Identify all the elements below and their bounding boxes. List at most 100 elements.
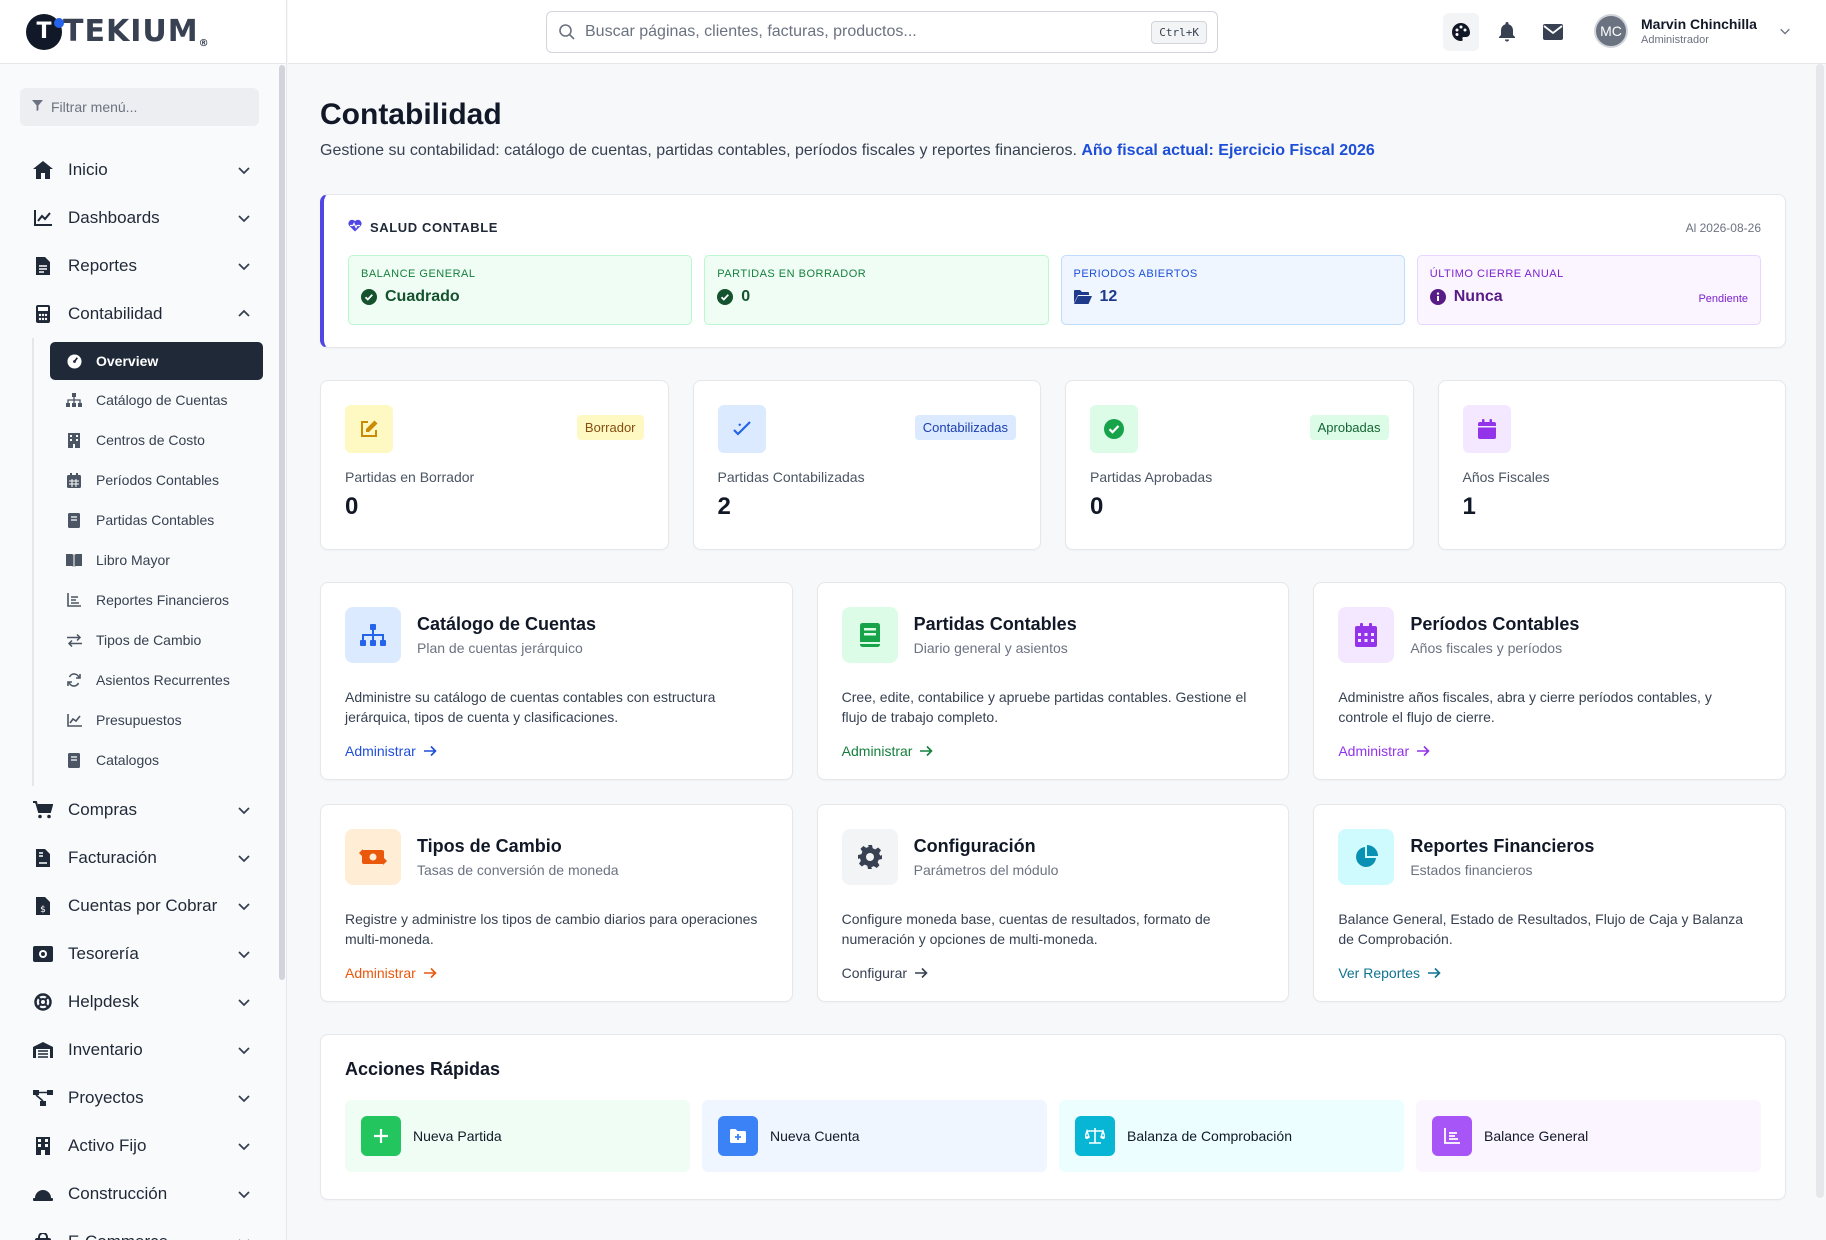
submenu-catalogos[interactable]: Catalogos	[50, 740, 263, 780]
stat-card-approved[interactable]: Aprobadas Partidas Aprobadas 0	[1065, 380, 1414, 550]
sidebar-item-inventario[interactable]: Inventario	[0, 1026, 286, 1074]
health-card-label: ÚLTIMO CIERRE ANUAL	[1429, 268, 1564, 280]
submenu-tipos-cambio[interactable]: Tipos de Cambio	[50, 620, 263, 660]
sitemap-icon	[66, 392, 82, 408]
module-link-partidas[interactable]: Administrar	[842, 743, 1265, 759]
sitemap-icon	[345, 607, 401, 663]
chart-line-icon	[66, 712, 82, 728]
gear-icon	[841, 829, 898, 885]
cart-icon	[32, 799, 54, 821]
module-card-periodos: Períodos Contables Años fiscales y perío…	[1313, 582, 1786, 780]
arrow-right-icon	[920, 745, 934, 757]
sidebar-item-contabilidad[interactable]: Contabilidad	[0, 290, 286, 338]
submenu-reportes-financieros[interactable]: Reportes Financieros	[50, 580, 263, 620]
search-input[interactable]	[585, 23, 1152, 41]
sidebar-item-label: Facturación	[68, 848, 157, 867]
submenu-libro-mayor[interactable]: Libro Mayor	[50, 540, 263, 580]
sidebar-item-construccion[interactable]: Construcción	[0, 1170, 286, 1218]
module-link-catalogo[interactable]: Administrar	[345, 743, 768, 759]
sidebar-item-tesoreria[interactable]: Tesorería	[0, 930, 286, 978]
page-description: Gestione su contabilidad: catálogo de cu…	[320, 142, 1786, 160]
module-link-configuracion[interactable]: Configurar	[842, 965, 1265, 981]
module-description: Cree, edite, contabilice y apruebe parti…	[841, 689, 1247, 725]
module-link-periodos[interactable]: Administrar	[1338, 743, 1761, 759]
main-content: Contabilidad Gestione su contabilidad: c…	[320, 64, 1786, 1200]
brand-logo[interactable]: T TEKIUM®	[0, 0, 286, 64]
quick-action-trial-balance[interactable]: Balanza de Comprobación	[1059, 1100, 1404, 1172]
module-link-tipos-cambio[interactable]: Administrar	[345, 965, 768, 981]
module-card-reportes: Reportes Financieros Estados financieros…	[1313, 804, 1786, 1002]
user-name: Marvin Chinchilla	[1641, 16, 1757, 32]
invoice-icon	[32, 847, 54, 869]
calendar-icon	[1462, 405, 1511, 453]
user-menu[interactable]: MC Marvin Chinchilla Administrador	[1594, 14, 1791, 48]
stat-card-drafts[interactable]: Borrador Partidas en Borrador 0	[320, 380, 669, 550]
sidebar-item-facturacion[interactable]: Facturación	[0, 834, 286, 882]
sidebar-item-inicio[interactable]: Inicio	[0, 146, 286, 194]
submenu-overview[interactable]: Overview	[50, 342, 263, 380]
module-description: Administre su catálogo de cuentas contab…	[345, 689, 716, 725]
book-icon	[66, 512, 82, 528]
health-card-drafts: PARTIDAS EN BORRADOR 0	[704, 255, 1049, 325]
submenu-partidas-contables[interactable]: Partidas Contables	[50, 500, 263, 540]
arrow-right-icon	[1428, 967, 1441, 979]
sidebar-item-label: Contabilidad	[68, 304, 163, 323]
sidebar-item-ecommerce[interactable]: E-Commerce	[0, 1218, 286, 1240]
menu-filter[interactable]: Filtrar menú...	[20, 88, 259, 126]
stat-card-posted[interactable]: Contabilizadas Partidas Contabilizadas 2	[692, 380, 1041, 550]
health-card-value: Cuadrado	[385, 288, 460, 305]
submenu-label: Períodos Contables	[96, 472, 219, 488]
stat-card-fiscal-years[interactable]: Años Fiscales 1	[1437, 380, 1786, 550]
submenu-label: Catálogo de Cuentas	[96, 392, 228, 408]
submenu-presupuestos[interactable]: Presupuestos	[50, 700, 263, 740]
quick-action-new-entry[interactable]: Nueva Partida	[345, 1100, 690, 1172]
module-title: Reportes Financieros	[1410, 836, 1595, 856]
global-search[interactable]: Ctrl+K	[546, 11, 1218, 53]
building-icon	[32, 1135, 54, 1157]
submenu-centros-costo[interactable]: Centros de Costo	[50, 420, 263, 460]
chevron-down-icon	[238, 951, 250, 959]
page-scrollbar[interactable]	[1816, 64, 1824, 1198]
messages-button[interactable]	[1535, 13, 1571, 51]
sidebar-item-activo-fijo[interactable]: Activo Fijo	[0, 1122, 286, 1170]
module-card-partidas: Partidas Contables Diario general y asie…	[816, 582, 1290, 780]
calculator-icon	[32, 303, 54, 325]
chevron-down-icon	[239, 1239, 249, 1240]
quick-action-new-account[interactable]: Nueva Cuenta	[702, 1100, 1047, 1172]
module-link-reportes[interactable]: Ver Reportes	[1338, 965, 1761, 981]
module-link-label: Administrar	[345, 743, 416, 759]
sidebar-item-label: Compras	[68, 800, 137, 819]
plus-icon	[361, 1116, 401, 1156]
sidebar-item-label: Inventario	[68, 1040, 143, 1059]
quick-action-balance-sheet[interactable]: Balance General	[1416, 1100, 1761, 1172]
health-title: SALUD CONTABLE	[370, 219, 499, 235]
arrow-right-icon	[423, 967, 437, 979]
gauge-icon	[66, 353, 82, 369]
sync-icon	[66, 672, 82, 688]
sidebar-item-helpdesk[interactable]: Helpdesk	[0, 978, 286, 1026]
sidebar-item-dashboards[interactable]: Dashboards	[0, 194, 286, 242]
stat-label: Partidas Contabilizadas	[717, 469, 865, 485]
sidebar-item-label: Activo Fijo	[68, 1136, 147, 1155]
theme-button[interactable]	[1443, 13, 1479, 51]
sidebar-item-reportes[interactable]: Reportes	[0, 242, 286, 290]
notifications-button[interactable]	[1489, 13, 1525, 51]
stat-value: 0	[345, 493, 359, 520]
shopping-bag-icon	[32, 1231, 54, 1240]
status-badge: Aprobadas	[1309, 415, 1389, 440]
submenu-catalogo-cuentas[interactable]: Catálogo de Cuentas	[50, 380, 263, 420]
home-icon	[32, 159, 54, 181]
submenu-periodos-contables[interactable]: Períodos Contables	[50, 460, 263, 500]
sidebar-item-cuentas-cobrar[interactable]: $ Cuentas por Cobrar	[0, 882, 286, 930]
search-shortcut: Ctrl+K	[1151, 20, 1207, 44]
sidebar-item-proyectos[interactable]: Proyectos	[0, 1074, 286, 1122]
money-icon	[32, 943, 54, 965]
quick-action-label: Nueva Cuenta	[770, 1128, 860, 1144]
health-card-open-periods: PERIODOS ABIERTOS 12	[1060, 255, 1405, 325]
fiscal-year-link[interactable]: Año fiscal actual: Ejercicio Fiscal 2026	[1081, 142, 1374, 159]
sidebar-item-compras[interactable]: Compras	[0, 786, 286, 834]
chart-bar-icon	[1432, 1116, 1472, 1156]
submenu-asientos-recurrentes[interactable]: Asientos Recurrentes	[50, 660, 263, 700]
lifebuoy-icon	[32, 991, 54, 1013]
arrow-right-icon	[423, 745, 437, 757]
